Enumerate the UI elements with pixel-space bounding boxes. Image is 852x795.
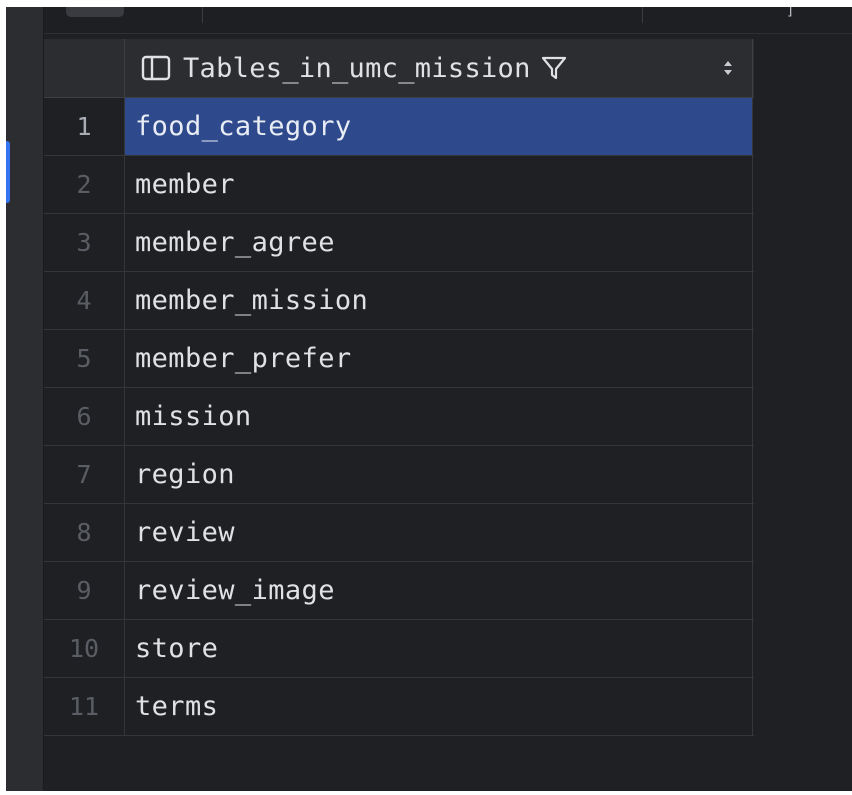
row-number: 5 (44, 330, 125, 387)
row-number: 3 (44, 214, 125, 271)
table-cell[interactable]: review (125, 504, 753, 561)
grid-toolbar: ] (44, 7, 852, 34)
table-row[interactable]: 8 review (44, 504, 754, 562)
table-cell[interactable]: member_prefer (125, 330, 753, 387)
table-row[interactable]: 4 member_mission (44, 272, 754, 330)
table-row[interactable]: 7 region (44, 446, 754, 504)
grid-header-row: Tables_in_umc_mission (44, 39, 754, 98)
column-header-tables-in-umc-mission[interactable]: Tables_in_umc_mission (125, 39, 753, 97)
table-row[interactable]: 10 store (44, 620, 754, 678)
toolbar-button[interactable] (66, 7, 124, 17)
row-number: 2 (44, 156, 125, 213)
result-grid: Tables_in_umc_mission 1 food_category 2 … (44, 39, 754, 736)
grid-corner[interactable] (44, 39, 125, 97)
table-cell[interactable]: terms (125, 678, 753, 735)
table-cell[interactable]: food_category (125, 98, 753, 155)
toolbar-separator (202, 7, 203, 23)
active-tool-indicator[interactable] (6, 141, 10, 203)
table-cell[interactable]: member_mission (125, 272, 753, 329)
row-number: 8 (44, 504, 125, 561)
column-header-label: Tables_in_umc_mission (183, 52, 531, 84)
row-number: 1 (44, 98, 125, 155)
row-number: 10 (44, 620, 125, 677)
toolbar-bracket-icon: ] (786, 7, 795, 19)
table-cell[interactable]: store (125, 620, 753, 677)
table-row[interactable]: 6 mission (44, 388, 754, 446)
table-row[interactable]: 3 member_agree (44, 214, 754, 272)
row-number: 11 (44, 678, 125, 735)
table-cell[interactable]: region (125, 446, 753, 503)
sort-arrows-icon[interactable] (722, 58, 734, 78)
side-toolwindow-strip (6, 7, 44, 791)
table-row[interactable]: 11 terms (44, 678, 754, 736)
table-row[interactable]: 1 food_category (44, 98, 754, 156)
filter-icon[interactable] (541, 54, 567, 82)
app-window: ] Tables_in_umc_mission 1 food_category … (6, 7, 852, 791)
table-column-icon (141, 55, 171, 81)
row-number: 9 (44, 562, 125, 619)
table-row[interactable]: 5 member_prefer (44, 330, 754, 388)
row-number: 6 (44, 388, 125, 445)
row-number: 4 (44, 272, 125, 329)
table-cell[interactable]: mission (125, 388, 753, 445)
table-cell[interactable]: member_agree (125, 214, 753, 271)
table-cell[interactable]: member (125, 156, 753, 213)
row-number: 7 (44, 446, 125, 503)
table-cell[interactable]: review_image (125, 562, 753, 619)
table-row[interactable]: 2 member (44, 156, 754, 214)
toolbar-separator (642, 7, 643, 23)
table-row[interactable]: 9 review_image (44, 562, 754, 620)
